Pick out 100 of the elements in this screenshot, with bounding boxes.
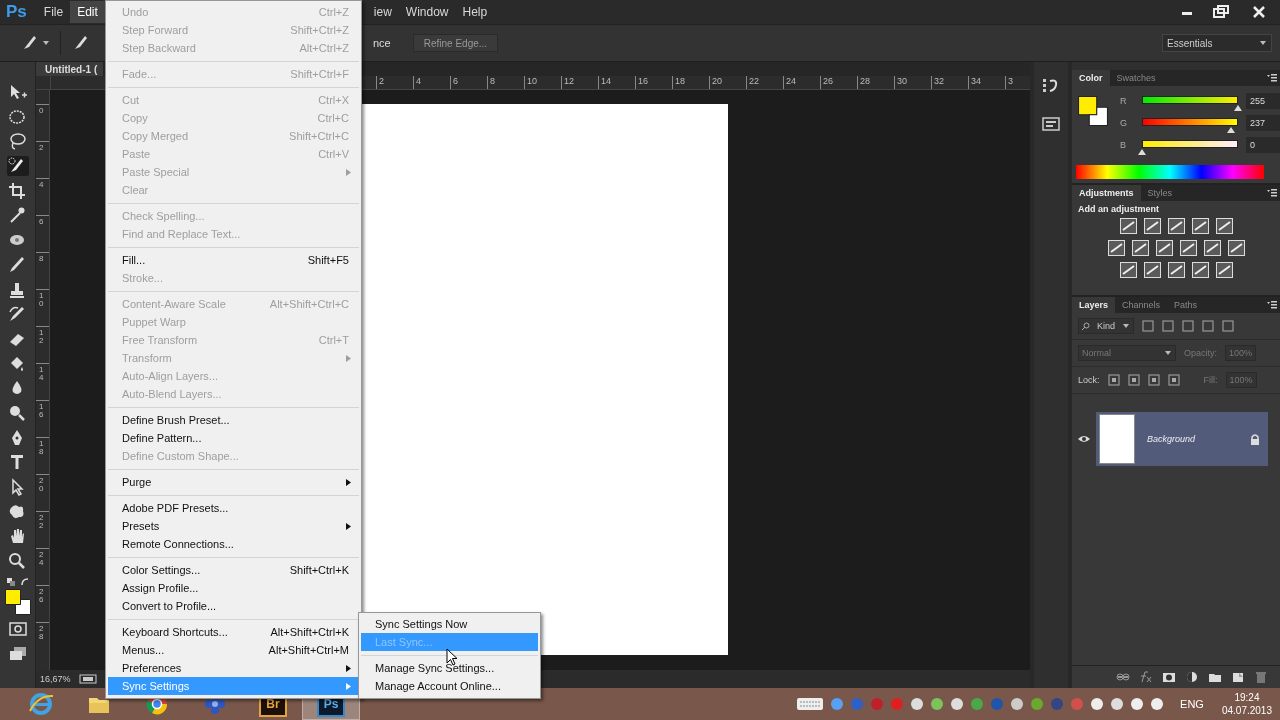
adjustment-icon[interactable]: [1215, 262, 1233, 278]
adjustment-layer-icon[interactable]: [1185, 671, 1199, 683]
adjustment-icon[interactable]: [1155, 240, 1173, 256]
tray-icon[interactable]: [1010, 697, 1025, 711]
menu-item[interactable]: Purge: [108, 473, 359, 491]
channel-value-field[interactable]: 0: [1246, 137, 1280, 153]
menu-item[interactable]: Adobe PDF Presets...: [108, 499, 359, 517]
tray-icon[interactable]: [1150, 697, 1165, 711]
adjustment-icon[interactable]: [1203, 240, 1221, 256]
menu-item[interactable]: Define Brush Preset...: [108, 411, 359, 429]
foreground-color-swatch[interactable]: [4, 588, 21, 605]
keyboard-icon[interactable]: [796, 697, 825, 711]
panel-menu-icon[interactable]: [1267, 74, 1277, 82]
slider-thumb[interactable]: [1138, 148, 1146, 155]
mask-icon[interactable]: [1162, 671, 1176, 683]
clock-date[interactable]: 04.07.2013: [1221, 704, 1272, 717]
tray-icon[interactable]: [950, 697, 965, 711]
tray-icon[interactable]: [1110, 697, 1125, 711]
eye-icon[interactable]: [1077, 434, 1091, 444]
filter-lock-icon[interactable]: [1222, 320, 1234, 332]
screen-mode-icon[interactable]: [7, 644, 28, 661]
tray-icon[interactable]: [930, 697, 945, 711]
color-slider[interactable]: [1140, 95, 1240, 111]
effects-icon[interactable]: [1139, 671, 1153, 683]
new-layer-icon[interactable]: [1231, 671, 1245, 683]
refine-edge-button[interactable]: Refine Edge...: [412, 34, 499, 52]
filter-text-icon[interactable]: [1182, 320, 1194, 332]
panel-tab[interactable]: Swatches: [1109, 70, 1163, 86]
document-tab[interactable]: Untitled-1 (: [36, 62, 104, 76]
adjustment-icon[interactable]: [1227, 240, 1245, 256]
layer-filter-dropdown[interactable]: Kind: [1078, 318, 1134, 334]
adjustment-icon[interactable]: [1167, 262, 1185, 278]
document-info-icon[interactable]: [78, 674, 97, 684]
menu-item[interactable]: Menus... Alt+Shift+Ctrl+M: [108, 641, 359, 659]
menu-item[interactable]: Convert to Profile...: [108, 597, 359, 615]
menu-item[interactable]: Preferences: [108, 659, 359, 677]
slider-thumb[interactable]: [1234, 104, 1242, 111]
properties-icon[interactable]: [1041, 114, 1061, 134]
swap-colors-icon[interactable]: [20, 577, 29, 586]
panel-tab[interactable]: Channels: [1115, 297, 1168, 313]
panel-menu-icon[interactable]: [1267, 301, 1277, 309]
workspace-dropdown[interactable]: Essentials: [1162, 34, 1272, 52]
quick-selection-tool-icon[interactable]: [6, 156, 29, 177]
adjustment-icon[interactable]: [1119, 262, 1137, 278]
menu-item[interactable]: Assign Profile...: [108, 579, 359, 597]
lock-transparency-icon[interactable]: [1107, 374, 1120, 386]
lock-all-icon[interactable]: [1167, 374, 1180, 386]
color-slider[interactable]: [1140, 117, 1240, 133]
adjustment-icon[interactable]: [1119, 218, 1137, 234]
quick-mask-icon[interactable]: [7, 620, 28, 637]
adjustment-icon[interactable]: [1131, 240, 1149, 256]
color-spectrum[interactable]: [1076, 165, 1264, 179]
panel-menu-icon[interactable]: [1267, 189, 1277, 197]
lock-pixels-icon[interactable]: [1127, 374, 1140, 386]
filter-image-icon[interactable]: [1142, 320, 1154, 332]
menu-item[interactable]: Keyboard Shortcuts... Alt+Shift+Ctrl+K: [108, 623, 359, 641]
adjustment-icon[interactable]: [1179, 240, 1197, 256]
trash-icon[interactable]: [1254, 671, 1268, 683]
adjustment-icon[interactable]: [1191, 262, 1209, 278]
panel-tab[interactable]: Paths: [1167, 297, 1205, 313]
color-slider[interactable]: [1140, 139, 1240, 155]
menu-item[interactable]: Define Pattern...: [108, 429, 359, 447]
adjustment-icon[interactable]: [1107, 240, 1125, 256]
menu-item[interactable]: Color Settings... Shift+Ctrl+K: [108, 561, 359, 579]
clock-time[interactable]: 19:24: [1234, 691, 1260, 704]
layer-row[interactable]: Background: [1096, 412, 1268, 466]
adjustment-icon[interactable]: [1215, 218, 1233, 234]
tray-icon[interactable]: [1090, 697, 1105, 711]
lock-icon[interactable]: [1250, 433, 1260, 445]
adjustment-icon[interactable]: [1191, 218, 1209, 234]
filter-frame-icon[interactable]: [1202, 320, 1214, 332]
menu-bar-item[interactable]: Window: [398, 1, 456, 23]
panel-tab[interactable]: Layers: [1072, 297, 1116, 313]
adjustment-icon[interactable]: [1167, 218, 1185, 234]
menu-item[interactable]: Presets: [108, 517, 359, 535]
default-colors-icon[interactable]: [6, 577, 15, 586]
adjustment-icon[interactable]: [1143, 262, 1161, 278]
panel-tab[interactable]: Styles: [1140, 185, 1180, 201]
menu-item[interactable]: Remote Connections...: [108, 535, 359, 553]
menu-bar-item[interactable]: Help: [455, 1, 495, 23]
menu-item[interactable]: Sync Settings Now: [361, 615, 538, 633]
folder-icon[interactable]: [1208, 671, 1222, 683]
menu-bar-item[interactable]: iew: [366, 1, 399, 23]
tray-icon[interactable]: [1130, 697, 1145, 711]
menu-item[interactable]: Manage Sync Settings...: [361, 659, 538, 677]
menu-item[interactable]: Fill... Shift+F5: [108, 251, 359, 269]
panel-tab[interactable]: Color: [1072, 70, 1110, 86]
channel-value-field[interactable]: 255: [1246, 93, 1280, 109]
tray-icon[interactable]: [910, 697, 925, 711]
lock-position-icon[interactable]: [1147, 374, 1160, 386]
link-icon[interactable]: [1116, 671, 1130, 683]
menu-bar-item[interactable]: File: [36, 1, 71, 23]
language-indicator[interactable]: ENG: [1180, 698, 1204, 710]
channel-value-field[interactable]: 237: [1246, 115, 1280, 131]
caret-icon[interactable]: [42, 39, 50, 47]
menu-bar-item[interactable]: Edit: [70, 1, 105, 23]
panel-tab[interactable]: Adjustments: [1072, 185, 1141, 201]
adjustment-icon[interactable]: [1143, 218, 1161, 234]
foreground-color-swatch[interactable]: [1078, 96, 1098, 116]
menu-item[interactable]: Manage Account Online...: [361, 677, 538, 695]
